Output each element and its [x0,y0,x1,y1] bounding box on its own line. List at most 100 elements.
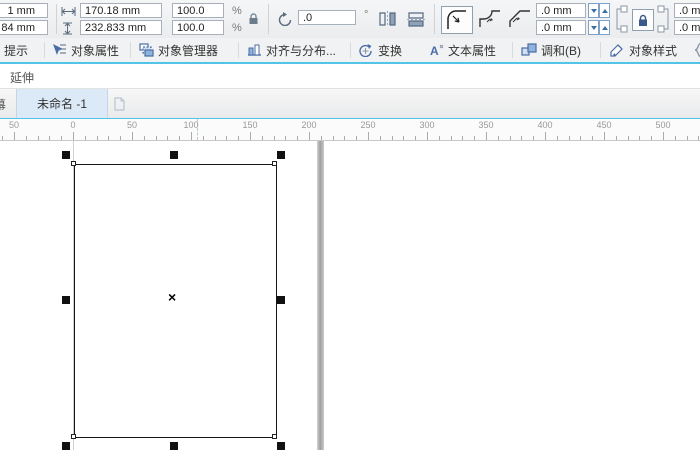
ruler-tick [569,136,570,140]
drawing-canvas[interactable]: × [0,141,700,450]
ruler-label: 0 [70,120,75,130]
corner-radius-top-right-field[interactable]: .0 mm [674,3,700,18]
ruler-tick [451,136,452,140]
ruler-tick [203,136,204,140]
docker-tab-blend[interactable]: 调和(B) [521,38,581,62]
edit-corners-together-button[interactable] [632,9,654,31]
object-styles-icon [609,43,625,57]
docker-tab-object-properties[interactable]: 对象属性 [52,38,119,62]
docker-label: 文本属性 [448,42,496,59]
blend-icon [521,43,537,57]
docker-label: 调和(B) [541,42,581,59]
round-corner-button[interactable] [441,6,473,34]
separator [434,4,435,34]
handle-top-left[interactable] [62,151,70,159]
ruler-tick [132,132,133,140]
object-width-field[interactable]: 170.18 mm [80,3,162,18]
ruler-tick [73,132,74,140]
rect-node-top-right[interactable] [272,161,277,166]
handle-top-right[interactable] [277,151,285,159]
handle-bottom-right[interactable] [277,442,285,450]
docker-label: 对象样式 [629,42,677,59]
corner-radius-bottom-right-field[interactable]: .0 mm [674,20,700,35]
ruler-tick [26,136,27,140]
docker-tab-align-distribute[interactable]: 对齐与分布... [247,38,336,62]
separator [130,42,131,58]
corner-radius-top-left-field[interactable]: .0 mm [536,3,586,18]
ruler-tick [2,136,3,140]
ruler-tick [333,136,334,140]
separator [350,42,351,58]
ruler-tick [108,136,109,140]
tab-label: 幕 [0,96,6,113]
handle-top-middle[interactable] [170,151,178,159]
ruler-tick [415,136,416,140]
docker-tab-object-styles[interactable]: 对象样式 [609,38,677,62]
tab-welcome-partial[interactable]: 幕 [0,89,14,118]
ruler-tick [462,136,463,140]
new-document-button[interactable] [111,96,127,112]
flyout-bar: 延伸 [0,64,700,88]
lock-icon [637,14,649,27]
ruler-tick [628,136,629,140]
coreldraw-window: 1 mm 84 mm 170.18 mm 232.833 mm 100.0 10… [0,0,700,450]
scale-lock-button[interactable] [245,11,261,27]
rect-node-bottom-left[interactable] [71,434,76,439]
percent-label: % [232,22,242,34]
ruler-tick [392,136,393,140]
object-position-x-field[interactable]: 1 mm [0,3,48,18]
text-properties-icon: A [428,43,444,57]
corner-link-right-icon [656,5,672,33]
corner-bl-spinner[interactable] [588,20,610,35]
chamfered-corner-button[interactable] [508,9,532,29]
handle-bottom-left[interactable] [62,442,70,450]
docker-label: 对齐与分布... [266,42,336,59]
handle-middle-right[interactable] [277,296,285,304]
ruler-label: 150 [242,120,257,130]
ruler-label: 50 [9,120,19,130]
docker-tab-partial[interactable] [694,38,700,62]
docker-tab-transform[interactable]: 变换 [358,38,402,62]
rect-node-bottom-right[interactable] [272,434,277,439]
percent-label: % [232,5,242,17]
ruler-label: 400 [537,120,552,130]
scale-x-field[interactable]: 100.0 [172,3,224,18]
rotation-angle-icon [276,10,294,27]
docker-tab-hints[interactable]: 提示 [4,38,28,62]
object-width-icon [61,7,76,16]
align-distribute-icon [247,43,262,57]
rect-node-top-left[interactable] [71,161,76,166]
document-tab-bar: 幕 未命名 -1 [0,88,700,118]
ruler-tick [592,136,593,140]
ruler-label: 350 [478,120,493,130]
rotation-angle-field[interactable]: .0 [298,10,356,25]
separator [600,42,601,58]
handle-bottom-middle[interactable] [170,442,178,450]
mirror-horizontal-icon [378,11,397,27]
docker-tab-object-manager[interactable]: 对象管理器 [139,38,218,62]
ruler-tick [85,136,86,140]
tab-untitled-1[interactable]: 未命名 -1 [16,89,108,118]
ruler-tick [474,136,475,140]
handle-middle-left[interactable] [62,296,70,304]
mirror-horizontal-button[interactable] [376,9,398,29]
corner-tl-spinner[interactable] [588,3,610,18]
corner-radius-bottom-left-field[interactable]: .0 mm [536,20,586,35]
separator [238,42,239,58]
ruler-tick [38,136,39,140]
ruler-tick [179,136,180,140]
round-corner-icon [447,10,467,30]
object-position-y-field[interactable]: 84 mm [0,20,48,35]
ruler-tick [262,136,263,140]
mirror-vertical-button[interactable] [405,9,427,29]
scale-y-field[interactable]: 100.0 [172,20,224,35]
corner-link-left-icon [613,5,629,33]
docker-tab-text-properties[interactable]: A 文本属性 [428,38,496,62]
selection-center-mark[interactable]: × [168,291,176,303]
ruler-tick [226,136,227,140]
ruler-tick [486,132,487,140]
scalloped-corner-button[interactable] [478,9,502,29]
horizontal-ruler[interactable]: 50050100150200250300350400450500 [0,119,700,141]
object-height-field[interactable]: 232.833 mm [80,20,162,35]
ruler-tick [191,132,192,140]
